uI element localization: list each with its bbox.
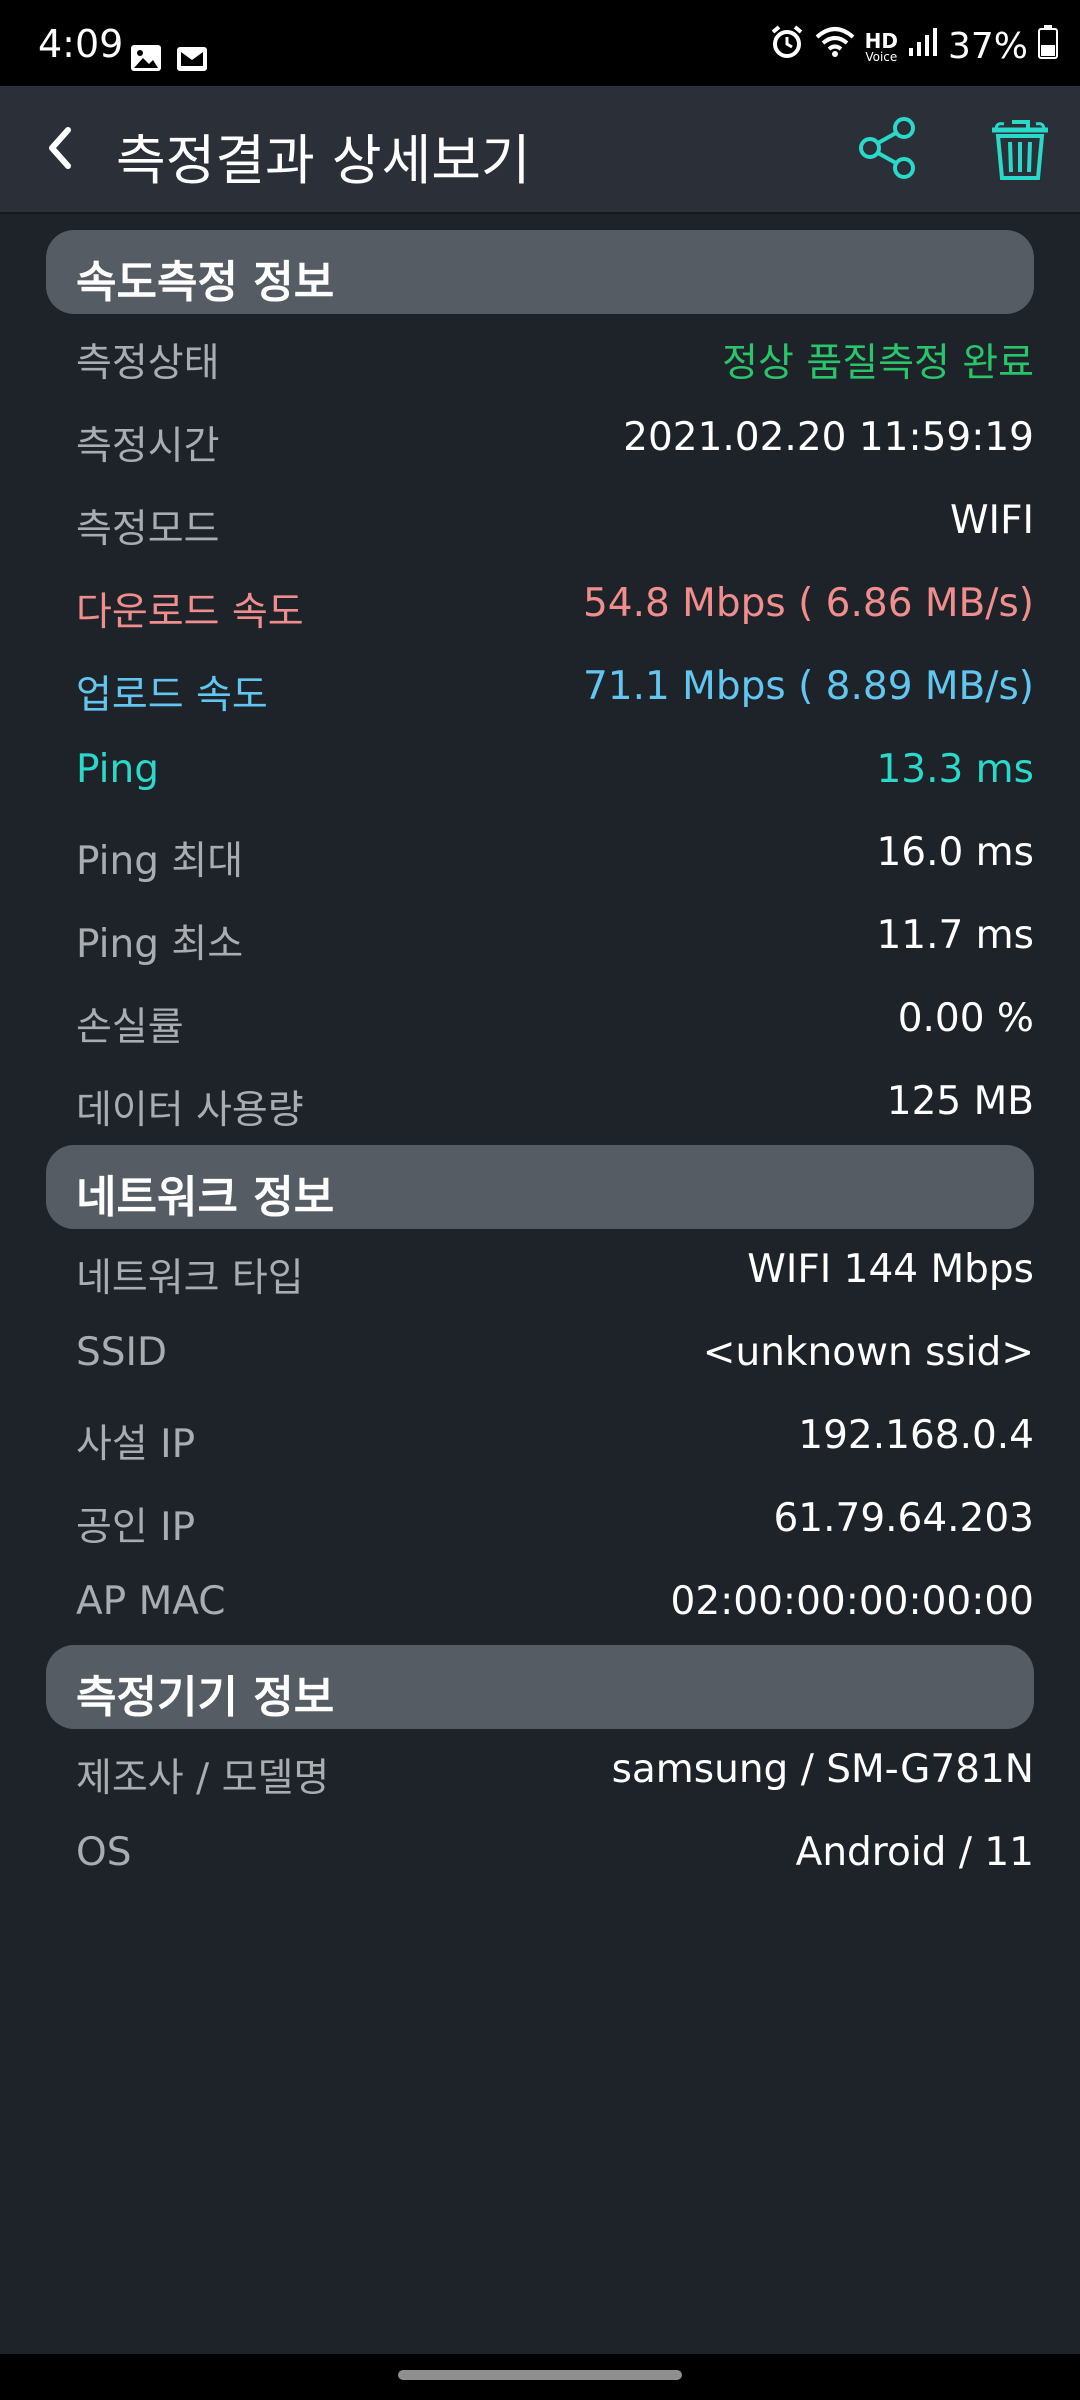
row-label: 측정모드 xyxy=(76,507,220,552)
row-loss-rate: 손실률 0.00 % xyxy=(76,992,1034,1052)
row-ap-mac: AP MAC 02:00:00:00:00:00 xyxy=(76,1575,1034,1635)
row-data-usage: 데이터 사용량 125 MB xyxy=(76,1075,1034,1135)
battery-percent: 37% xyxy=(947,26,1028,67)
share-icon xyxy=(859,117,915,179)
row-ping-min: Ping 최소 11.7 ms xyxy=(76,909,1034,969)
status-time: 4:09 xyxy=(38,22,124,66)
row-label: 공인 IP xyxy=(76,1505,196,1550)
row-label: 업로드 속도 xyxy=(76,673,268,718)
row-label: Ping 최소 xyxy=(76,922,244,967)
page-title: 측정결과 상세보기 xyxy=(116,129,531,192)
voice-label: Voice xyxy=(865,49,898,64)
row-value: 0.00 % xyxy=(897,996,1034,1041)
row-manufacturer-model: 제조사 / 모델명 samsung / SM-G781N xyxy=(76,1743,1034,1803)
hd-label: HD xyxy=(864,28,898,53)
notification-icons xyxy=(130,40,208,81)
row-upload-speed: 업로드 속도 71.1 Mbps ( 8.89 MB/s) xyxy=(76,660,1034,720)
status-right-icons: HD Voice 37% xyxy=(769,24,1058,69)
mail-icon xyxy=(176,40,208,81)
row-label: AP MAC xyxy=(76,1579,226,1624)
wifi-icon xyxy=(815,25,855,68)
row-label: 다운로드 속도 xyxy=(76,590,304,635)
row-label: 사설 IP xyxy=(76,1422,196,1467)
row-label: 데이터 사용량 xyxy=(76,1088,304,1133)
row-label: Ping xyxy=(76,747,159,792)
row-ping: Ping 13.3 ms xyxy=(76,743,1034,803)
gallery-icon xyxy=(130,40,162,81)
signal-icon xyxy=(908,26,938,67)
row-private-ip: 사설 IP 192.168.0.4 xyxy=(76,1409,1034,1469)
battery-icon xyxy=(1038,25,1058,68)
row-label: 제조사 / 모델명 xyxy=(76,1756,330,1801)
section-header-speed: 속도측정 정보 xyxy=(46,230,1034,314)
row-value: 02:00:00:00:00:00 xyxy=(670,1579,1034,1624)
row-value: 71.1 Mbps ( 8.89 MB/s) xyxy=(582,664,1034,709)
status-bar: 4:09 HD Voice 37% xyxy=(0,0,1080,86)
row-value: 13.3 ms xyxy=(876,747,1034,792)
row-os: OS Android / 11 xyxy=(76,1826,1034,1886)
row-value: 61.79.64.203 xyxy=(773,1496,1034,1541)
row-label: Ping 최대 xyxy=(76,839,244,884)
alarm-icon xyxy=(769,24,805,69)
section-header-device: 측정기기 정보 xyxy=(46,1645,1034,1729)
row-measure-mode: 측정모드 WIFI xyxy=(76,494,1034,554)
row-ping-max: Ping 최대 16.0 ms xyxy=(76,826,1034,886)
navigation-bar xyxy=(0,2354,1080,2400)
row-label: 네트워크 타입 xyxy=(76,1256,304,1301)
row-network-type: 네트워크 타입 WIFI 144 Mbps xyxy=(76,1243,1034,1303)
row-measure-time: 측정시간 2021.02.20 11:59:19 xyxy=(76,411,1034,471)
row-value: 2021.02.20 11:59:19 xyxy=(623,415,1034,460)
share-button[interactable] xyxy=(856,116,920,180)
section-title: 속도측정 정보 xyxy=(76,257,335,308)
row-value: 192.168.0.4 xyxy=(798,1413,1034,1458)
row-label: SSID xyxy=(76,1330,168,1375)
row-value: samsung / SM-G781N xyxy=(611,1747,1034,1792)
chevron-left-icon xyxy=(49,127,71,169)
row-value: 125 MB xyxy=(886,1079,1034,1124)
row-measure-status: 측정상태 정상 품질측정 완료 xyxy=(76,328,1034,388)
home-indicator[interactable] xyxy=(398,2370,682,2380)
row-value: 정상 품질측정 완료 xyxy=(722,341,1034,386)
section-header-network: 네트워크 정보 xyxy=(46,1145,1034,1229)
app-bar: 측정결과 상세보기 xyxy=(0,86,1080,214)
row-value: 11.7 ms xyxy=(876,913,1034,958)
row-ssid: SSID <unknown ssid> xyxy=(76,1326,1034,1386)
row-value: <unknown ssid> xyxy=(702,1330,1034,1375)
back-button[interactable] xyxy=(34,120,90,176)
row-label: 측정상태 xyxy=(76,341,220,386)
row-download-speed: 다운로드 속도 54.8 Mbps ( 6.86 MB/s) xyxy=(76,577,1034,637)
row-value: WIFI 144 Mbps xyxy=(747,1247,1034,1292)
row-value: Android / 11 xyxy=(795,1830,1034,1875)
delete-button[interactable] xyxy=(988,114,1052,182)
row-value: 54.8 Mbps ( 6.86 MB/s) xyxy=(582,581,1034,626)
hd-voice-badge: HD Voice xyxy=(865,31,898,63)
row-public-ip: 공인 IP 61.79.64.203 xyxy=(76,1492,1034,1552)
section-title: 측정기기 정보 xyxy=(76,1672,335,1723)
row-value: 16.0 ms xyxy=(876,830,1034,875)
row-label: 손실률 xyxy=(76,1005,184,1050)
trash-icon xyxy=(992,120,1048,180)
row-label: OS xyxy=(76,1830,132,1875)
row-label: 측정시간 xyxy=(76,424,220,469)
section-title: 네트워크 정보 xyxy=(76,1172,335,1223)
row-value: WIFI xyxy=(950,498,1034,543)
